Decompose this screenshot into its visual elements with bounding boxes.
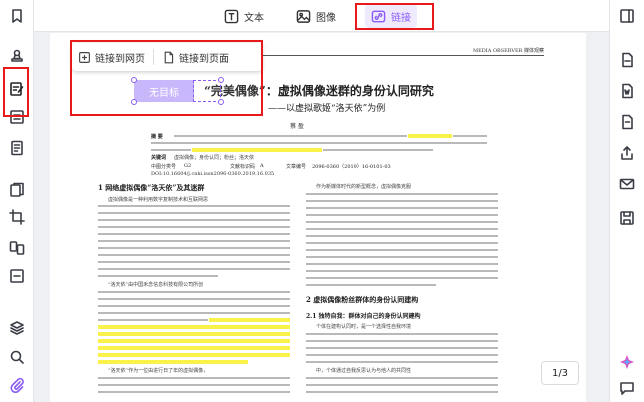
organize-pages-icon[interactable] (7, 180, 27, 200)
share-icon[interactable] (617, 143, 637, 163)
article-no-label: 文章编号 (286, 164, 307, 170)
right-sidebar (609, 0, 644, 402)
keywords: 虚拟偶像；身份认同；粉丝；洛天依 (174, 155, 255, 161)
page-indicator[interactable]: 1/3 (541, 361, 579, 385)
ai-assistant-icon[interactable] (617, 352, 637, 372)
export-word-icon[interactable] (617, 81, 637, 101)
link-options-popup: 链接到网页 链接到页面 (72, 43, 262, 71)
doc-code-value: A (260, 163, 264, 169)
doc-code-label: 文献标识码 (230, 164, 256, 170)
paragraph-3-start: “洛天依”作为一位由进行日了年的虚拟偶像， (108, 368, 209, 374)
image-icon (296, 9, 311, 23)
page-link-icon (164, 51, 174, 63)
tab-text[interactable]: 文本 (224, 4, 264, 28)
section-2-heading: 2 虚拟偶像粉丝群体的身份认同建构 (306, 295, 419, 304)
link-selection-area[interactable] (193, 80, 221, 102)
left-sidebar (0, 0, 34, 402)
keywords-label: 关键词 (151, 155, 167, 161)
ocr-icon[interactable] (7, 266, 27, 286)
form-icon[interactable] (7, 107, 27, 127)
document-page: MEDIA OBSERVER 媒体观察 “完美偶像”：虚拟偶像迷群的身份认同研究… (50, 33, 586, 402)
right-paragraph-2-start: 个体在建构认同时，是一个选择性自我环境 (316, 324, 412, 330)
article-no-value: 2096-0360（2019）16-0101-03 (312, 164, 391, 170)
link-to-web-button[interactable]: 链接到网页 (78, 46, 145, 68)
text-icon (224, 9, 239, 23)
link-target-box[interactable]: 无目标 (134, 80, 194, 102)
link-icon (371, 10, 386, 22)
section-1-heading: 1 网络虚拟偶像“洛天依”及其迷群 (98, 183, 205, 192)
author: 蔡 盈 (290, 123, 304, 130)
link-to-web-label: 链接到网页 (95, 53, 145, 65)
clc-value: G2 (184, 163, 192, 169)
stamp-icon[interactable] (7, 46, 27, 66)
bookmark-icon[interactable] (7, 6, 27, 26)
link-to-page-button[interactable]: 链接到页面 (162, 46, 229, 68)
email-icon[interactable] (617, 174, 637, 194)
layers-icon[interactable] (7, 318, 27, 338)
tab-image[interactable]: 图像 (296, 4, 336, 28)
compare-icon[interactable] (7, 238, 27, 258)
page-tools-icon[interactable] (7, 138, 27, 158)
web-link-icon (79, 51, 90, 63)
save-icon[interactable] (617, 208, 637, 228)
clc-label: 中图分类号 (151, 164, 177, 170)
edit-pdf-icon[interactable] (7, 79, 27, 99)
collapse-panel-icon[interactable] (617, 6, 637, 26)
document-title: “完美偶像”：虚拟偶像迷群的身份认同研究 (204, 84, 434, 98)
paragraph-2-start: “洛天依”由中国禾念信息科技有限公司所创 (108, 282, 204, 288)
tab-link[interactable]: 链接 (365, 4, 417, 28)
right-paragraph-start: 作为新媒体时代的新型概念，虚拟偶像克服 (316, 184, 412, 190)
right-paragraph-3-start: 中，个体通过自我反思认为与他人的共同性 (316, 368, 412, 374)
journal-header: MEDIA OBSERVER 媒体观察 (472, 48, 544, 54)
top-toolbar: 文本 图像 链接 (0, 0, 644, 32)
popup-divider (153, 49, 154, 65)
resize-handle[interactable] (131, 77, 137, 83)
tab-text-label: 文本 (244, 12, 264, 24)
resize-handle[interactable] (218, 77, 224, 83)
search-icon[interactable] (7, 347, 27, 367)
tab-link-label: 链接 (391, 12, 411, 24)
resize-handle[interactable] (131, 99, 137, 105)
link-to-page-label: 链接到页面 (179, 53, 229, 65)
export-file-icon[interactable] (617, 112, 637, 132)
resize-handle[interactable] (218, 99, 224, 105)
comment-icon[interactable] (617, 378, 637, 398)
attachment-icon[interactable] (7, 375, 27, 395)
paragraph-1-start: 虚拟偶像是一种利用数字复制技术和互联网思 (108, 197, 209, 203)
crop-icon[interactable] (7, 207, 27, 227)
convert-pdf-icon[interactable] (617, 50, 637, 70)
doi: DOI:10.16604/j.cnki.issn2096-0360.2019.1… (151, 171, 275, 177)
tab-image-label: 图像 (316, 12, 336, 24)
document-subtitle: ——以虚拟歌姬“洛天依”为例 (268, 104, 386, 114)
abstract-label: 摘 要 (151, 134, 163, 140)
section-2-1-heading: 2.1 独特自我：群体对自己的身份认同建构 (306, 313, 421, 320)
